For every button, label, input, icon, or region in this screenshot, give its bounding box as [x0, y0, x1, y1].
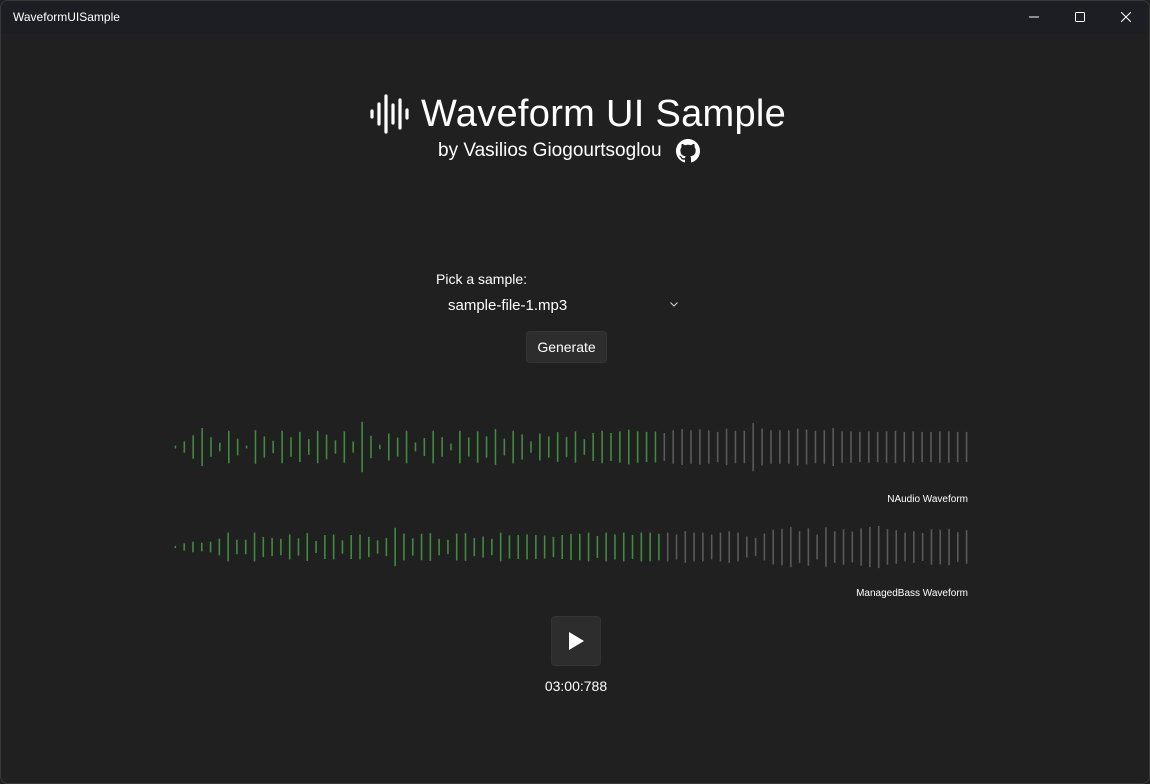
play-icon — [569, 632, 584, 650]
generate-button[interactable]: Generate — [526, 331, 607, 363]
minimize-icon — [1029, 16, 1039, 18]
managedbass-waveform-label: ManagedBass Waveform — [856, 588, 968, 599]
page-title: Waveform UI Sample — [421, 92, 787, 135]
minimize-button[interactable] — [1011, 1, 1057, 33]
chevron-down-icon — [670, 302, 678, 307]
picker-label: Pick a sample: — [436, 271, 528, 287]
title-bar[interactable]: WaveformUISample — [1, 1, 1149, 33]
combobox-selected-value: sample-file-1.mp3 — [448, 297, 568, 314]
play-button[interactable] — [551, 616, 601, 666]
maximize-button[interactable] — [1057, 1, 1103, 33]
naudio-waveform[interactable] — [171, 419, 971, 475]
title-row: Waveform UI Sample — [369, 91, 786, 137]
managedbass-waveform[interactable] — [171, 523, 971, 571]
waveform-icon — [370, 94, 409, 134]
naudio-waveform-label: NAudio Waveform — [887, 494, 968, 505]
github-link[interactable] — [675, 139, 700, 163]
author-text: by Vasilios Giogourtsoglou — [438, 140, 662, 161]
app-window: WaveformUISample Waveform UI Sample by V… — [0, 0, 1150, 784]
close-button[interactable] — [1103, 1, 1149, 33]
playback-time: 03:00:788 — [544, 678, 608, 694]
window-title: WaveformUISample — [13, 10, 120, 24]
page-header: Waveform UI Sample by Vasilios Giogourts… — [1, 87, 1149, 177]
sample-combobox[interactable]: sample-file-1.mp3 — [436, 290, 686, 322]
author-row: by Vasilios Giogourtsoglou — [438, 139, 700, 163]
close-icon — [1121, 12, 1131, 22]
maximize-icon — [1075, 12, 1085, 22]
github-icon — [675, 139, 700, 163]
